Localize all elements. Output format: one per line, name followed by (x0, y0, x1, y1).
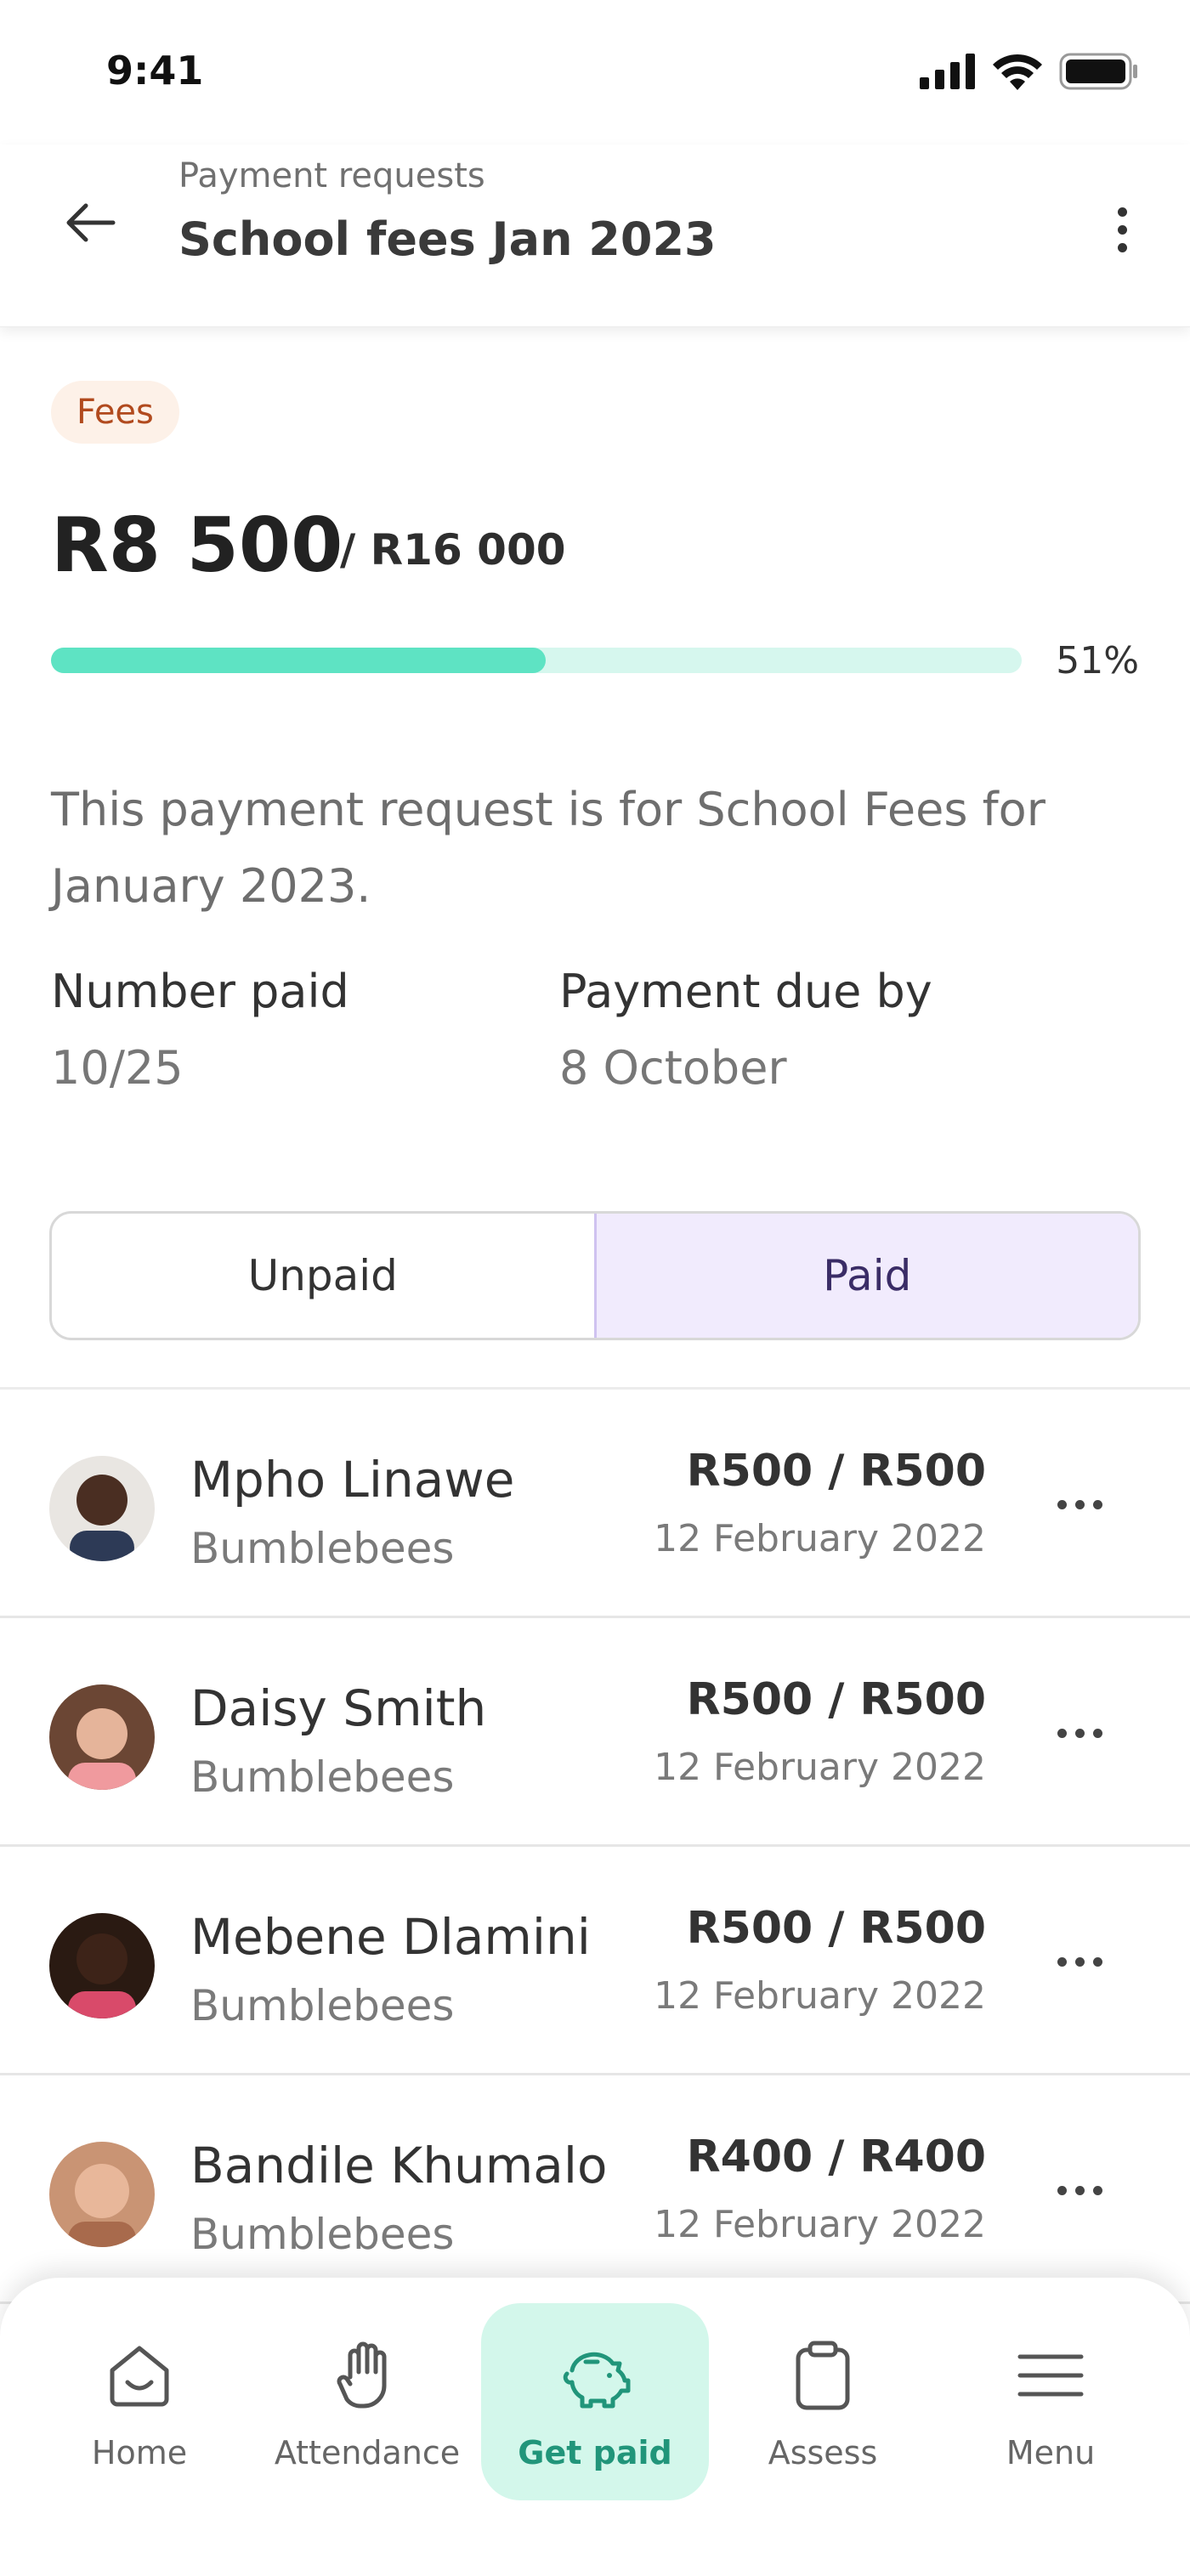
student-class: Bumblebees (190, 2210, 455, 2259)
kebab-dot (1117, 242, 1127, 252)
avatar (49, 2142, 155, 2247)
arrow-left-icon (66, 203, 116, 242)
list-item[interactable]: Bandile Khumalo Bumblebees R400 / R400 1… (0, 2075, 1190, 2304)
progress-percentage: 51% (1056, 639, 1139, 682)
number-paid-label: Number paid (51, 965, 349, 1018)
more-options-button[interactable] (1046, 2169, 1114, 2211)
bottom-navigation: Home Attendance Get paid Assess Menu (0, 2278, 1190, 2576)
list-item[interactable]: Mebene Dlamini Bumblebees R500 / R500 12… (0, 1847, 1190, 2075)
wifi-icon (993, 54, 1042, 90)
student-name: Daisy Smith (190, 1679, 487, 1737)
page-title: School fees Jan 2023 (178, 212, 717, 266)
student-class: Bumblebees (190, 1981, 455, 2030)
payment-date: 12 February 2022 (654, 1517, 986, 1560)
battery-icon (1059, 53, 1137, 90)
more-options-button[interactable] (1088, 187, 1156, 272)
status-icons (920, 53, 1139, 90)
nav-item-menu[interactable]: Menu (937, 2303, 1164, 2500)
signal-icon (920, 54, 975, 89)
due-date-label: Payment due by (559, 965, 932, 1018)
avatar (49, 1684, 155, 1790)
payment-amount: R500 / R500 (686, 1903, 986, 1954)
tab-paid[interactable]: Paid (593, 1214, 1138, 1338)
back-button[interactable] (56, 189, 124, 257)
kebab-dot (1117, 207, 1127, 217)
payment-amount: R500 / R500 (686, 1446, 986, 1497)
piggy-bank-icon (557, 2337, 633, 2414)
progress-bar (51, 648, 1022, 673)
nav-item-attendance[interactable]: Attendance (253, 2303, 481, 2500)
list-item[interactable]: Mpho Linawe Bumblebees R500 / R500 12 Fe… (0, 1390, 1190, 1618)
student-name: Bandile Khumalo (190, 2137, 608, 2194)
amount-collected: R8 500 (51, 501, 343, 589)
payment-amount: R400 / R400 (686, 2132, 986, 2183)
nav-label: Menu (1006, 2434, 1096, 2471)
clipboard-icon (785, 2337, 861, 2414)
payment-date: 12 February 2022 (654, 1974, 986, 2018)
student-class: Bumblebees (190, 1524, 455, 1573)
tab-unpaid[interactable]: Unpaid (52, 1214, 594, 1338)
payment-date: 12 February 2022 (654, 1746, 986, 1789)
nav-label: Assess (768, 2434, 878, 2471)
request-description: This payment request is for School Fees … (51, 783, 1046, 913)
avatar (49, 1913, 155, 2018)
student-class: Bumblebees (190, 1752, 455, 1802)
more-options-button[interactable] (1046, 1712, 1114, 1754)
payment-list: Mpho Linawe Bumblebees R500 / R500 12 Fe… (0, 1390, 1190, 2304)
payment-amount: R500 / R500 (686, 1674, 986, 1725)
status-bar: 9:41 (0, 0, 1190, 144)
avatar (49, 1456, 155, 1561)
nav-item-assess[interactable]: Assess (709, 2303, 937, 2500)
nav-label: Home (91, 2434, 188, 2471)
more-options-button[interactable] (1046, 1940, 1114, 1983)
number-paid-value: 10/25 (51, 1041, 184, 1095)
app-header: Payment requests School fees Jan 2023 (0, 144, 1190, 327)
header-subtitle: Payment requests (178, 156, 485, 195)
progress-fill (51, 648, 547, 673)
category-badge: Fees (51, 381, 179, 444)
nav-item-home[interactable]: Home (26, 2303, 253, 2500)
home-icon (101, 2337, 178, 2414)
status-time: 9:41 (106, 48, 204, 93)
due-date-value: 8 October (559, 1041, 787, 1095)
nav-label: Get paid (518, 2434, 672, 2471)
menu-icon (1012, 2337, 1089, 2414)
student-name: Mebene Dlamini (190, 1908, 591, 1966)
kebab-dot (1117, 224, 1127, 235)
nav-item-get-paid[interactable]: Get paid (481, 2303, 709, 2500)
payment-date: 12 February 2022 (654, 2203, 986, 2246)
amount-total: / R16 000 (340, 525, 566, 575)
student-name: Mpho Linawe (190, 1451, 515, 1509)
paid-status-tabs: Unpaid Paid (49, 1211, 1141, 1340)
more-options-button[interactable] (1046, 1483, 1114, 1526)
list-item[interactable]: Daisy Smith Bumblebees R500 / R500 12 Fe… (0, 1618, 1190, 1847)
nav-label: Attendance (274, 2434, 461, 2471)
hand-icon (329, 2337, 405, 2414)
